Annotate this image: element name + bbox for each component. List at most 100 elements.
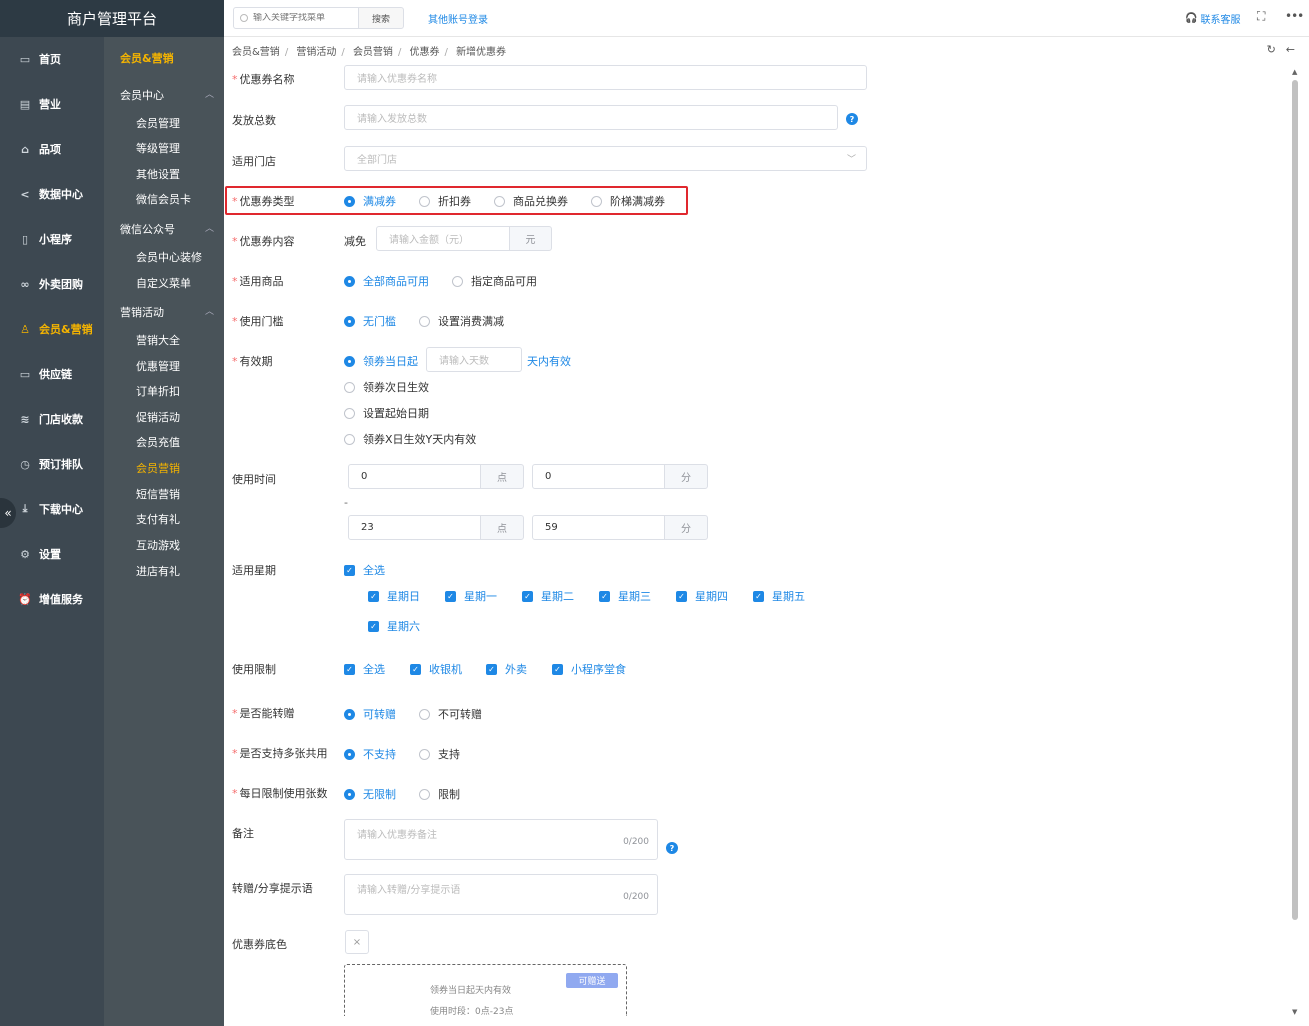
radio-from-receive-day[interactable]: 领券当日起	[344, 353, 418, 369]
nav-mini-program[interactable]: ▯ 小程序	[0, 217, 104, 261]
preview-time-text: 使用时段：0点-23点	[430, 1007, 514, 1017]
business-icon: ▤	[19, 97, 31, 111]
radio-multi-supported[interactable]: 支持	[419, 746, 460, 762]
submenu-sms-marketing[interactable]: 短信营销	[136, 486, 180, 502]
checkbox-weekday-all[interactable]: ✓ 全选	[344, 562, 385, 578]
submenu-member-recharge[interactable]: 会员充值	[136, 434, 180, 450]
label-multi-use: * 是否支持多张共用	[232, 747, 328, 760]
group-wechat-official[interactable]: 微信公众号 ︿	[120, 221, 214, 237]
radio-x-day-y-days[interactable]: 领券X日生效Y天内有效	[344, 431, 476, 447]
more-icon[interactable]: •••	[1285, 9, 1304, 23]
submenu-pay-gift[interactable]: 支付有礼	[136, 511, 180, 527]
back-arrow-icon[interactable]: ←	[1286, 43, 1295, 56]
end-minute-input[interactable]: 59	[532, 515, 665, 540]
scrollbar-thumb[interactable]	[1292, 80, 1298, 920]
nav-takeout[interactable]: ∞ 外卖团购	[0, 262, 104, 306]
radio-specified-goods[interactable]: 指定商品可用	[452, 273, 537, 289]
submenu-member-manage[interactable]: 会员管理	[136, 115, 180, 131]
radio-date-range[interactable]: 设置起始日期	[344, 405, 429, 421]
submenu-other-settings[interactable]: 其他设置	[136, 166, 180, 182]
menu-search-input[interactable]	[233, 7, 359, 29]
label-share-tip: 转赠/分享提示语	[232, 882, 313, 895]
store-select[interactable]: 全部门店 ﹀	[344, 146, 867, 171]
submenu-order-discount[interactable]: 订单折扣	[136, 383, 180, 399]
submenu-interactive-game[interactable]: 互动游戏	[136, 537, 180, 553]
checkbox-limit-all[interactable]: ✓ 全选	[344, 661, 410, 677]
group-member-center[interactable]: 会员中心 ︿	[120, 87, 214, 103]
color-picker[interactable]: ×	[345, 930, 369, 954]
scroll-up-icon[interactable]: ▲	[1292, 68, 1297, 76]
submenu-discount-manage[interactable]: 优惠管理	[136, 358, 180, 374]
breadcrumb-item[interactable]: 营销活动	[296, 47, 336, 58]
threshold-radio-group: 无门槛 设置消费满减	[344, 313, 527, 329]
share-tip-textarea[interactable]: 请输入转赠/分享提示语 0/200	[344, 874, 658, 915]
nav-store-payment[interactable]: ≋ 门店收款	[0, 397, 104, 441]
breadcrumb-item[interactable]: 会员&营销	[232, 47, 280, 58]
scrollbar[interactable]: ▲ ▼	[1290, 68, 1302, 1016]
radio-unlimited[interactable]: 无限制	[344, 786, 396, 802]
other-account-login-link[interactable]: 其他账号登录	[428, 11, 488, 26]
checkbox-takeout[interactable]: ✓ 外卖	[486, 661, 552, 677]
submenu-member-decor[interactable]: 会员中心装修	[136, 249, 202, 265]
remark-textarea[interactable]: 请输入优惠券备注 0/200	[344, 819, 658, 860]
start-minute-input[interactable]: 0	[532, 464, 665, 489]
user-icon: ♙	[20, 322, 30, 336]
nav-home[interactable]: ▭ 首页	[0, 37, 104, 81]
breadcrumb-item[interactable]: 会员营销	[353, 47, 393, 58]
radio-discount[interactable]: 折扣券	[419, 193, 471, 209]
checkbox-saturday[interactable]: ✓ 星期六	[368, 618, 420, 634]
checkbox-tuesday[interactable]: ✓ 星期二	[522, 588, 599, 604]
radio-multi-unsupported[interactable]: 不支持	[344, 746, 396, 762]
nav-items[interactable]: ⌂ 品项	[0, 127, 104, 171]
submenu-promotion[interactable]: 促销活动	[136, 409, 180, 425]
submenu-custom-menu[interactable]: 自定义菜单	[136, 275, 191, 291]
help-icon[interactable]: ?	[846, 113, 858, 125]
multi-radio-group: 不支持 支持	[344, 746, 483, 762]
end-hour-input[interactable]: 23	[348, 515, 481, 540]
start-hour-input[interactable]: 0	[348, 464, 481, 489]
submenu-wechat-card[interactable]: 微信会员卡	[136, 191, 191, 207]
nav-data-center[interactable]: < 数据中心	[0, 172, 104, 216]
fullscreen-icon[interactable]: ⛶	[1257, 9, 1265, 24]
checkbox-mini-dinein[interactable]: ✓ 小程序堂食	[552, 661, 626, 677]
search-button[interactable]: 搜索	[358, 7, 404, 29]
breadcrumb-item[interactable]: 优惠券	[410, 47, 440, 58]
radio-limited[interactable]: 限制	[419, 786, 460, 802]
menu-search-field[interactable]	[253, 13, 353, 23]
coins-icon: ≋	[20, 412, 30, 426]
submenu-level-manage[interactable]: 等级管理	[136, 140, 180, 156]
nav-business[interactable]: ▤ 营业	[0, 82, 104, 126]
submenu-visit-gift[interactable]: 进店有礼	[136, 563, 180, 579]
nav-reservation[interactable]: ◷ 预订排队	[0, 442, 104, 486]
nav-supply-chain[interactable]: ▭ 供应链	[0, 352, 104, 396]
radio-not-transferable[interactable]: 不可转赠	[419, 706, 482, 722]
radio-set-threshold[interactable]: 设置消费满减	[419, 313, 504, 329]
scroll-down-icon[interactable]: ▼	[1292, 1008, 1297, 1016]
nav-settings[interactable]: ⚙ 设置	[0, 532, 104, 576]
radio-tiered-reduction[interactable]: 阶梯满减券	[591, 193, 665, 209]
radio-transferable[interactable]: 可转赠	[344, 706, 396, 722]
coupon-name-input[interactable]: 请输入优惠券名称	[344, 65, 867, 90]
radio-no-threshold[interactable]: 无门槛	[344, 313, 396, 329]
checkbox-wednesday[interactable]: ✓ 星期三	[599, 588, 676, 604]
radio-full-reduction[interactable]: 满减券	[344, 193, 396, 209]
contact-support-link[interactable]: 🎧 联系客服	[1185, 11, 1240, 26]
checkbox-pos[interactable]: ✓ 收银机	[410, 661, 486, 677]
submenu-marketing-all[interactable]: 营销大全	[136, 332, 180, 348]
help-icon[interactable]: ?	[666, 842, 678, 854]
nav-member-marketing[interactable]: ♙ 会员&营销	[0, 307, 104, 351]
submenu-member-marketing[interactable]: 会员营销	[136, 460, 180, 476]
radio-all-goods[interactable]: 全部商品可用	[344, 273, 429, 289]
radio-goods-exchange[interactable]: 商品兑换券	[494, 193, 568, 209]
radio-next-day[interactable]: 领券次日生效	[344, 379, 429, 395]
amount-input[interactable]: 请输入金额（元）	[376, 226, 510, 251]
checkbox-sunday[interactable]: ✓ 星期日	[368, 588, 445, 604]
total-count-input[interactable]: 请输入发放总数	[344, 105, 838, 130]
group-marketing[interactable]: 营销活动 ︿	[120, 304, 214, 320]
checkbox-friday[interactable]: ✓ 星期五	[753, 588, 830, 604]
checkbox-thursday[interactable]: ✓ 星期四	[676, 588, 753, 604]
days-input[interactable]: 请输入天数	[426, 347, 522, 372]
nav-value-added[interactable]: ⏰ 增值服务	[0, 577, 104, 621]
refresh-icon[interactable]: ↻	[1267, 43, 1276, 56]
checkbox-monday[interactable]: ✓ 星期一	[445, 588, 522, 604]
